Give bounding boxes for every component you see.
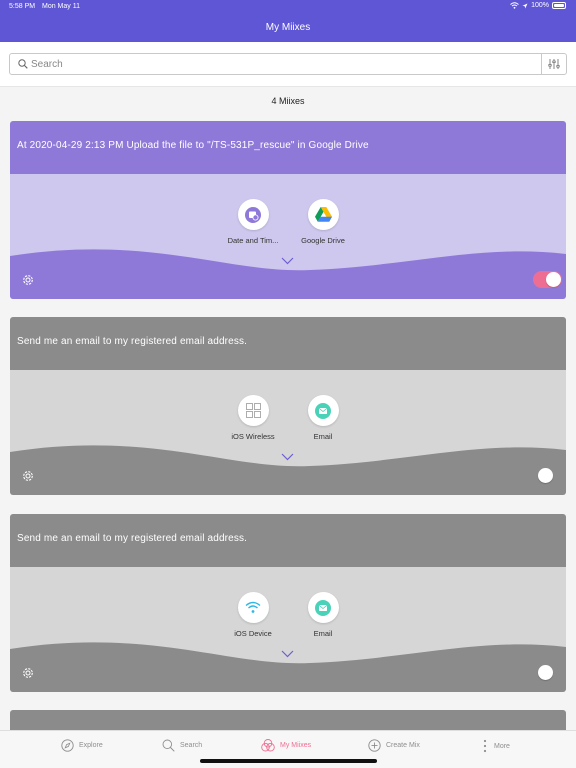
service-item[interactable]: Email xyxy=(293,592,353,638)
miix-count: 4 Miixes xyxy=(271,96,305,106)
service-icon-wrap xyxy=(237,592,269,623)
service-item[interactable]: Date and Tim... xyxy=(223,199,283,245)
plus-circle-icon xyxy=(368,739,381,752)
search-box xyxy=(9,53,567,75)
wifi-icon xyxy=(510,2,519,9)
status-bar: 5:58 PM Mon May 11 100% xyxy=(0,0,576,14)
chevron-down-icon[interactable] xyxy=(281,257,294,265)
chevron-down-icon[interactable] xyxy=(281,453,294,461)
tab-explore[interactable]: Explore xyxy=(61,739,103,752)
page-title: My Miixes xyxy=(265,22,311,33)
status-date: Mon May 11 xyxy=(42,3,80,10)
service-icon-wrap xyxy=(237,199,269,230)
email-icon xyxy=(315,402,331,419)
search-icon xyxy=(18,59,28,69)
miix-card-header: Send me an email to my registered email … xyxy=(10,317,566,370)
service-label: Date and Tim... xyxy=(227,236,279,245)
sliders-icon xyxy=(548,59,560,69)
tab-label: Create Mix xyxy=(386,742,420,749)
toggle-knob xyxy=(546,272,561,287)
tab-create-mix[interactable]: Create Mix xyxy=(368,739,420,752)
service-icon-wrap xyxy=(307,395,339,426)
service-item[interactable]: Email xyxy=(293,395,353,441)
my-miixes-icon xyxy=(261,739,275,752)
battery-icon xyxy=(552,2,566,9)
service-icon-wrap xyxy=(307,592,339,623)
toggle-knob xyxy=(538,665,553,680)
service-item[interactable]: iOS Device xyxy=(223,592,283,638)
miix-card-header: At 2020-04-29 2:13 PM Upload the file to… xyxy=(10,121,566,174)
status-time: 5:58 PM xyxy=(9,3,36,10)
service-list: iOS Device Email xyxy=(10,592,566,638)
wifi-icon xyxy=(245,601,261,613)
home-indicator xyxy=(200,759,377,763)
service-list: iOS Wireless Email xyxy=(10,395,566,441)
tab-label: My Miixes xyxy=(280,742,312,749)
miix-card-title: Send me an email to my registered email … xyxy=(17,336,248,347)
toggle-knob xyxy=(538,468,553,483)
tab-label: Explore xyxy=(79,742,103,749)
service-icon-wrap xyxy=(307,199,339,230)
tab-search[interactable]: Search xyxy=(162,739,202,752)
email-icon xyxy=(315,599,331,616)
miix-card[interactable]: At 2020-04-29 2:13 PM Upload the file to… xyxy=(10,121,566,299)
location-icon xyxy=(522,3,528,8)
miix-card-title: Send me an email to my registered email … xyxy=(17,533,248,544)
gear-icon[interactable] xyxy=(21,273,35,287)
nav-bar: My Miixes xyxy=(0,14,576,42)
service-label: iOS Wireless xyxy=(231,432,275,441)
service-label: Email xyxy=(313,432,333,441)
service-item[interactable]: iOS Wireless xyxy=(223,395,283,441)
grid-icon xyxy=(245,403,261,418)
status-right: 100% xyxy=(510,2,566,9)
service-list: Date and Tim... Google Drive xyxy=(10,199,566,245)
more-vertical-icon xyxy=(483,739,487,753)
tab-more[interactable]: More xyxy=(481,739,510,753)
service-icon-wrap xyxy=(237,395,269,426)
enable-toggle[interactable] xyxy=(533,467,562,484)
search-input[interactable] xyxy=(31,56,531,72)
tab-my-miixes[interactable]: My Miixes xyxy=(261,739,311,752)
enable-toggle[interactable] xyxy=(533,271,562,288)
miix-card-title: At 2020-04-29 2:13 PM Upload the file to… xyxy=(17,140,369,151)
miix-card-body: Date and Tim... Google Drive xyxy=(10,174,566,299)
miix-card-body: iOS Device Email xyxy=(10,567,566,692)
tab-label: More xyxy=(494,742,510,750)
compass-icon xyxy=(61,739,74,752)
service-label: iOS Device xyxy=(234,629,272,638)
calendar-clock-icon xyxy=(245,206,261,223)
miix-card[interactable]: Send me an email to my registered email … xyxy=(10,317,566,495)
gear-icon[interactable] xyxy=(21,469,35,483)
service-label: Google Drive xyxy=(301,236,345,245)
battery-percent: 100% xyxy=(531,2,549,9)
miix-card[interactable]: Send me an email to my registered email … xyxy=(10,514,566,692)
enable-toggle[interactable] xyxy=(533,664,562,681)
search-icon xyxy=(162,739,175,752)
service-label: Email xyxy=(313,629,333,638)
search-bar xyxy=(0,42,576,87)
miix-card-header: Send me an email to my registered email … xyxy=(10,514,566,567)
tab-label: Search xyxy=(180,742,203,749)
chevron-down-icon[interactable] xyxy=(281,650,294,658)
service-item[interactable]: Google Drive xyxy=(293,199,353,245)
gear-icon[interactable] xyxy=(21,666,35,680)
miix-card-body: iOS Wireless Email xyxy=(10,370,566,495)
google-drive-icon xyxy=(314,207,332,222)
filter-button[interactable] xyxy=(541,54,566,74)
